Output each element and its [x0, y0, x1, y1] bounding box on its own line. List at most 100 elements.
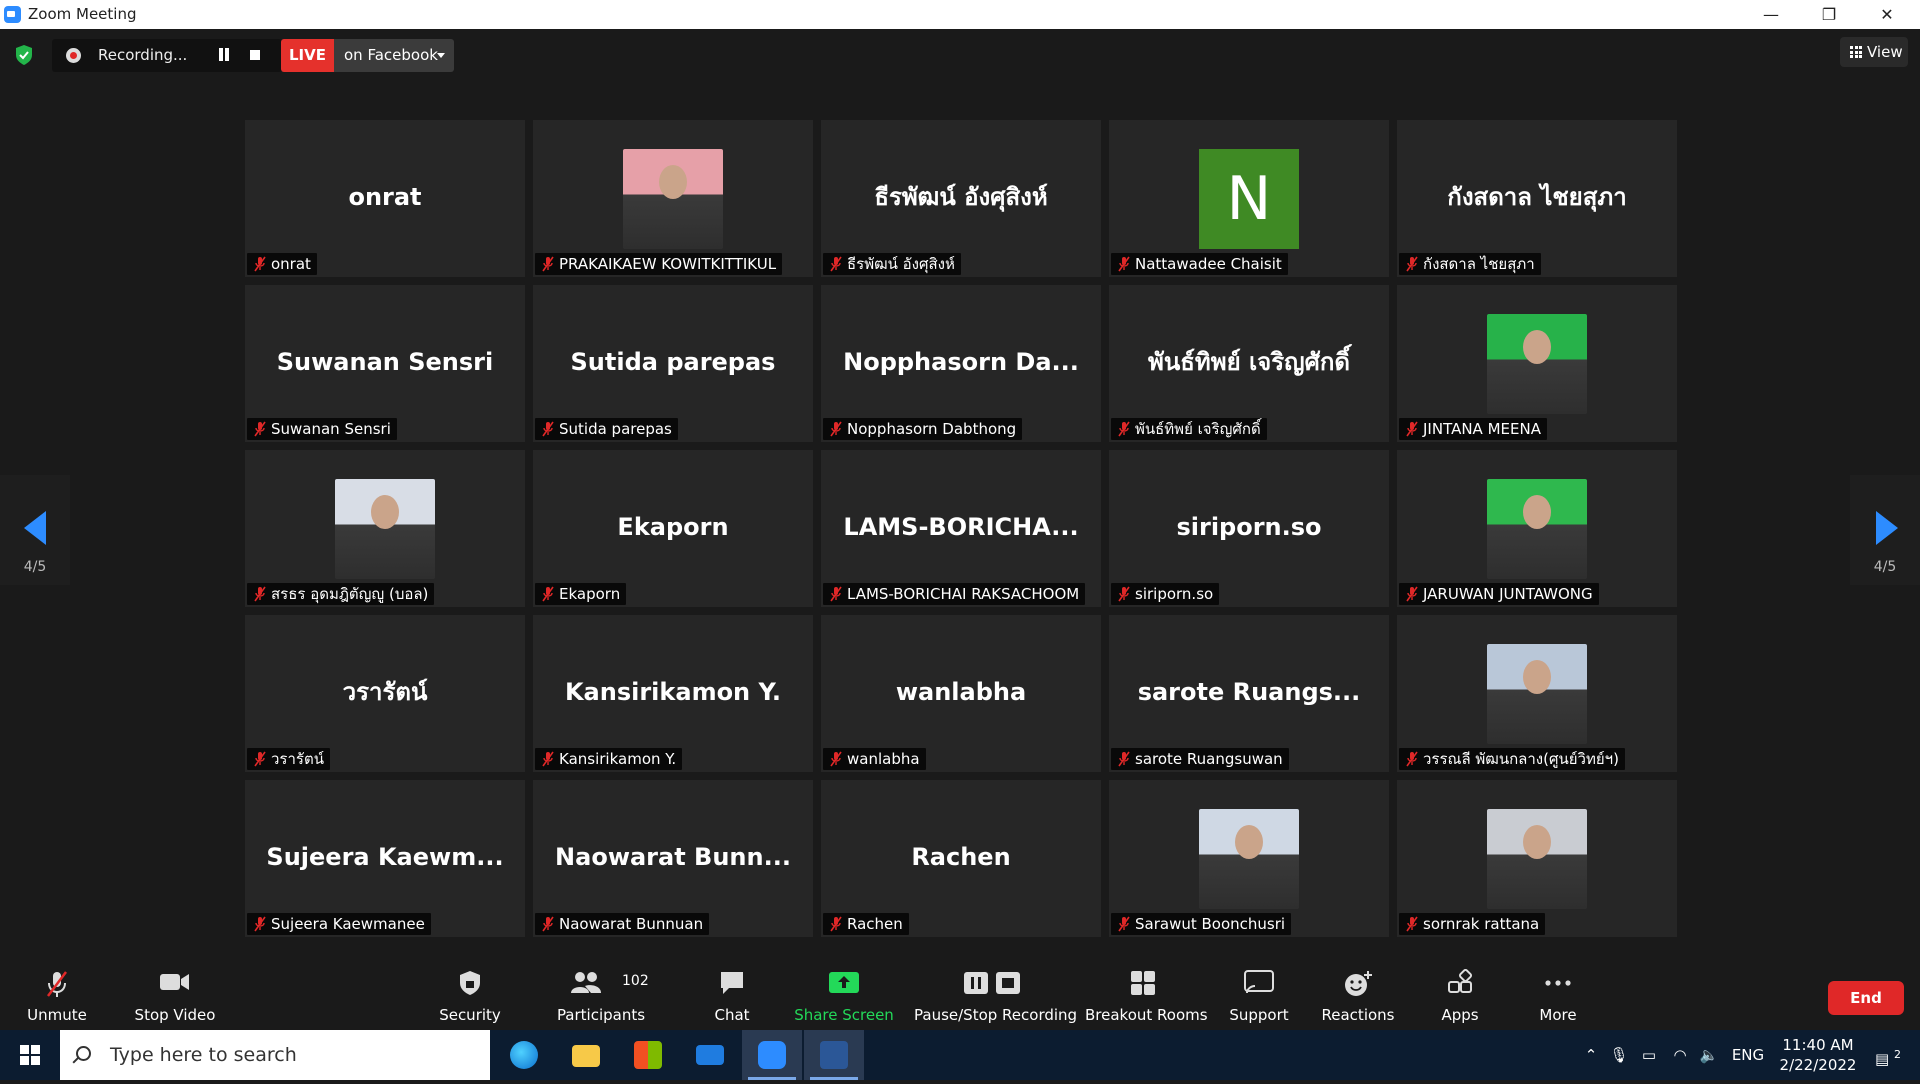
chat-button[interactable]: Chat	[700, 955, 764, 1030]
live-destination-dropdown[interactable]: on Facebook	[334, 39, 454, 72]
participant-tile[interactable]: พันธ์ทิพย์ เจริญศักดิ์ พันธ์ทิพย์ เจริญศั…	[1109, 285, 1389, 442]
recording-indicator: Recording...	[52, 39, 282, 72]
apps-button[interactable]: Apps	[1424, 955, 1496, 1030]
participant-tile[interactable]: Naowarat Bunn... Naowarat Bunnuan	[533, 780, 813, 937]
participant-tile[interactable]: Sarawut Boonchusri	[1109, 780, 1389, 937]
close-button[interactable]: ✕	[1858, 0, 1916, 29]
participant-tile[interactable]: LAMS-BORICHA... LAMS-BORICHAI RAKSACHOOM	[821, 450, 1101, 607]
taskbar-mail[interactable]	[680, 1030, 740, 1080]
participant-name-label: Kansirikamon Y.	[535, 748, 683, 770]
participant-name-text: JINTANA MEENA	[1423, 420, 1541, 438]
participant-name-label: JARUWAN JUNTAWONG	[1399, 583, 1599, 605]
participant-tile[interactable]: สรธร อุดมฎิตัญญู (บอล)	[245, 450, 525, 607]
muted-mic-icon	[1118, 586, 1130, 602]
chat-label: Chat	[714, 1006, 750, 1024]
next-page-button[interactable]: 4/5	[1850, 475, 1920, 585]
muted-mic-icon	[1118, 421, 1130, 437]
encryption-shield-icon[interactable]	[14, 44, 34, 66]
participant-tile[interactable]: กังสดาล ไชยสุภา กังสดาล ไชยสุภา	[1397, 120, 1677, 277]
participant-tile[interactable]: wanlabha wanlabha	[821, 615, 1101, 772]
participant-tile[interactable]: ธีรพัฒน์ อังศุสิงห์ ธีรพัฒน์ อังศุสิงห์	[821, 120, 1101, 277]
muted-mic-icon	[830, 586, 842, 602]
more-label: More	[1539, 1006, 1577, 1024]
participant-tile[interactable]: Rachen Rachen	[821, 780, 1101, 937]
taskbar-word[interactable]	[804, 1030, 864, 1080]
participant-tile[interactable]: Sutida parepas Sutida parepas	[533, 285, 813, 442]
participant-tile[interactable]: JARUWAN JUNTAWONG	[1397, 450, 1677, 607]
show-hidden-icons-chevron-icon[interactable]: ⌃	[1580, 1030, 1602, 1080]
person-silhouette-icon	[371, 495, 399, 529]
taskbar-store[interactable]	[618, 1030, 678, 1080]
restore-button[interactable]: ❐	[1800, 0, 1858, 29]
participant-tile[interactable]: Sujeera Kaewm... Sujeera Kaewmanee	[245, 780, 525, 937]
tray-wifi-icon[interactable]: ◠	[1668, 1030, 1692, 1080]
participant-photo	[1487, 644, 1587, 744]
participant-name-label: PRAKAIKAEW KOWITKITTIKUL	[535, 253, 783, 275]
muted-mic-icon	[542, 586, 554, 602]
windows-start-icon[interactable]	[20, 1045, 40, 1065]
muted-mic-icon	[254, 751, 266, 767]
participant-tile[interactable]: sarote Ruangs... sarote Ruangsuwan	[1109, 615, 1389, 772]
breakout-rooms-button[interactable]: Breakout Rooms	[1085, 955, 1208, 1030]
unmute-button[interactable]: Unmute	[18, 955, 96, 1030]
participant-tile[interactable]: วรารัตน์ วรารัตน์	[245, 615, 525, 772]
chat-bubble-icon	[721, 972, 743, 994]
window-title: Zoom Meeting	[28, 5, 137, 23]
live-badge: LIVE	[281, 39, 334, 72]
participant-tile[interactable]: Suwanan Sensri Suwanan Sensri	[245, 285, 525, 442]
taskbar-search-box[interactable]: Type here to search	[60, 1030, 490, 1080]
taskbar-edge[interactable]	[494, 1030, 554, 1080]
participant-photo	[1487, 314, 1587, 414]
support-button[interactable]: Support	[1220, 955, 1298, 1030]
participant-tile[interactable]: PRAKAIKAEW KOWITKITTIKUL	[533, 120, 813, 277]
pause-recording-icon[interactable]	[217, 48, 231, 62]
reactions-button[interactable]: Reactions	[1318, 955, 1398, 1030]
person-silhouette-icon	[1523, 660, 1551, 694]
person-silhouette-icon	[659, 165, 687, 199]
minimize-button[interactable]: —	[1742, 0, 1800, 29]
participant-name-label: LAMS-BORICHAI RAKSACHOOM	[823, 583, 1086, 605]
participant-tile[interactable]: วรรณลี พัฒนกลาง(ศูนย์วิทย์ฯ)	[1397, 615, 1677, 772]
muted-mic-icon	[1406, 421, 1418, 437]
participant-name-text: Kansirikamon Y.	[559, 750, 677, 768]
share-screen-button[interactable]: Share Screen	[794, 955, 894, 1030]
participant-tile[interactable]: JINTANA MEENA	[1397, 285, 1677, 442]
grid-view-icon	[1850, 46, 1862, 58]
share-screen-icon	[829, 972, 859, 993]
taskbar-zoom[interactable]	[742, 1030, 802, 1080]
participant-name-text: Nattawadee Chaisit	[1135, 255, 1282, 273]
notifications-button[interactable]: ▤ 2	[1868, 1030, 1908, 1080]
more-button[interactable]: More	[1522, 955, 1594, 1030]
view-button[interactable]: View	[1840, 37, 1908, 67]
participants-icon	[570, 972, 601, 993]
participant-tile[interactable]: Nopphasorn Da... Nopphasorn Dabthong	[821, 285, 1101, 442]
tray-microphone-icon[interactable]: 🎙	[1607, 1030, 1631, 1080]
recording-dot-icon	[66, 48, 81, 63]
participant-tile[interactable]: onrat onrat	[245, 120, 525, 277]
participant-name-label: sarote Ruangsuwan	[1111, 748, 1289, 770]
participant-name-text: sarote Ruangsuwan	[1135, 750, 1283, 768]
tray-volume-icon[interactable]: 🔈	[1697, 1030, 1721, 1080]
participant-tile[interactable]: Kansirikamon Y. Kansirikamon Y.	[533, 615, 813, 772]
participants-button[interactable]: 102 Participants	[554, 955, 649, 1030]
participant-tile[interactable]: sornrak rattana	[1397, 780, 1677, 937]
file-explorer-folder-icon	[572, 1045, 600, 1067]
muted-mic-icon	[542, 751, 554, 767]
pause-stop-recording-button[interactable]: Pause/Stop Recording	[914, 955, 1077, 1030]
tray-battery-icon[interactable]: ▭	[1636, 1030, 1662, 1080]
tray-language[interactable]: ENG	[1728, 1030, 1768, 1080]
taskbar-clock[interactable]: 11:40 AM 2/22/2022	[1768, 1035, 1868, 1075]
end-meeting-button[interactable]: End	[1828, 981, 1904, 1015]
taskbar-file-explorer[interactable]	[556, 1030, 616, 1080]
participant-tile[interactable]: Ekaporn Ekaporn	[533, 450, 813, 607]
zoom-taskbar-icon	[758, 1041, 786, 1069]
page-indicator-right: 4/5	[1873, 559, 1897, 575]
stop-recording-icon[interactable]	[250, 50, 260, 60]
participant-tile[interactable]: siriporn.so siriporn.so	[1109, 450, 1389, 607]
stop-video-button[interactable]: Stop Video	[128, 955, 222, 1030]
previous-page-button[interactable]: 4/5	[0, 475, 70, 585]
participant-tile[interactable]: N Nattawadee Chaisit	[1109, 120, 1389, 277]
security-button[interactable]: Security	[430, 955, 510, 1030]
apps-icon	[1448, 969, 1473, 993]
participant-name-text: LAMS-BORICHAI RAKSACHOOM	[847, 585, 1080, 603]
